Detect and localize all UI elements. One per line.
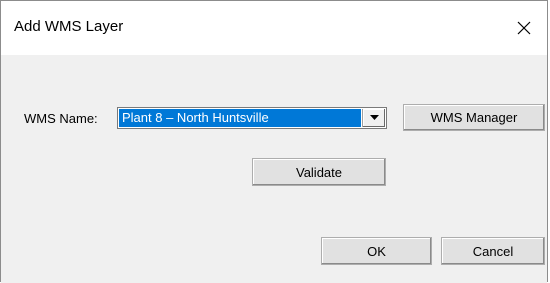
validate-button[interactable]: Validate xyxy=(252,158,386,186)
close-icon xyxy=(517,21,531,35)
chevron-down-icon xyxy=(369,115,379,120)
ok-button[interactable]: OK xyxy=(321,237,432,265)
dialog-body: WMS Name: Plant 8 – North Huntsville WMS… xyxy=(1,55,547,283)
wms-name-selected-value: Plant 8 – North Huntsville xyxy=(119,109,361,127)
wms-name-label: WMS Name: xyxy=(24,111,98,126)
wms-name-dropdown[interactable]: Plant 8 – North Huntsville xyxy=(117,107,387,129)
close-button[interactable] xyxy=(501,1,547,55)
title-bar: Add WMS Layer xyxy=(1,1,547,55)
cancel-button[interactable]: Cancel xyxy=(441,237,545,265)
add-wms-layer-dialog: Add WMS Layer WMS Name: Plant 8 – North … xyxy=(0,0,548,283)
wms-manager-button[interactable]: WMS Manager xyxy=(403,104,545,131)
dropdown-toggle-button[interactable] xyxy=(362,109,385,127)
dialog-title: Add WMS Layer xyxy=(14,18,124,35)
